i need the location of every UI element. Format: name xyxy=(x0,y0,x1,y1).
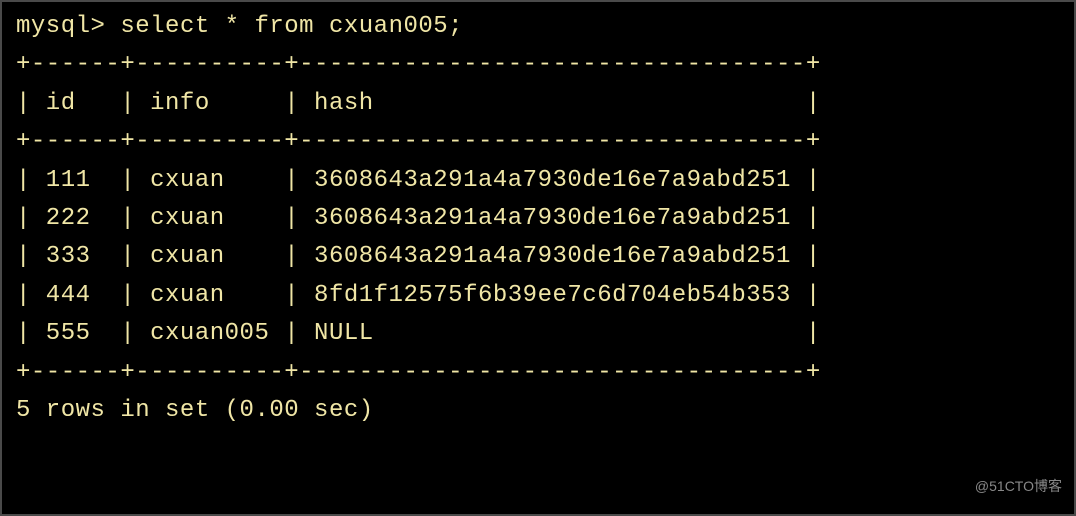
table-border-mid: +------+----------+---------------------… xyxy=(16,123,1060,161)
table-row: | 444 | cxuan | 8fd1f12575f6b39ee7c6d704… xyxy=(16,277,1060,315)
watermark-text: @51CTO博客 xyxy=(975,476,1062,496)
table-border-bottom: +------+----------+---------------------… xyxy=(16,354,1060,392)
table-header: | id | info | hash | xyxy=(16,85,1060,123)
command-line: mysql> select * from cxuan005; xyxy=(16,8,1060,46)
sql-command: select * from cxuan005; xyxy=(120,13,463,40)
terminal-output: mysql> select * from cxuan005;+------+--… xyxy=(2,2,1074,436)
table-row: | 333 | cxuan | 3608643a291a4a7930de16e7… xyxy=(16,238,1060,276)
table-row: | 222 | cxuan | 3608643a291a4a7930de16e7… xyxy=(16,200,1060,238)
prompt: mysql> xyxy=(16,13,120,40)
result-footer: 5 rows in set (0.00 sec) xyxy=(16,392,1060,430)
table-border-top: +------+----------+---------------------… xyxy=(16,46,1060,84)
table-row: | 555 | cxuan005 | NULL | xyxy=(16,315,1060,353)
table-row: | 111 | cxuan | 3608643a291a4a7930de16e7… xyxy=(16,162,1060,200)
